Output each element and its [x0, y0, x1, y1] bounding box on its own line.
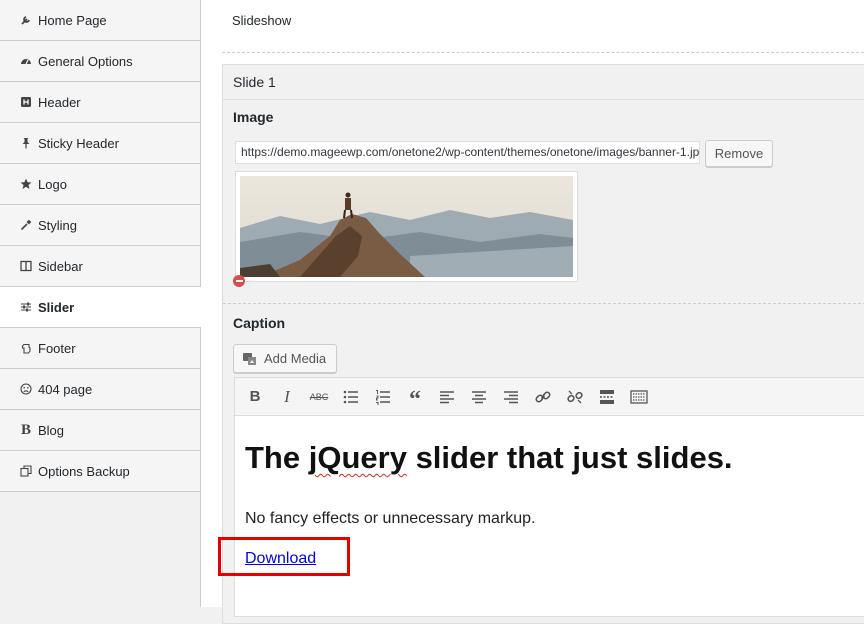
- sidebar-item-label: Header: [38, 94, 81, 110]
- sidebar-item-label: Slider: [38, 299, 75, 315]
- divider: [223, 303, 864, 304]
- blockquote-icon[interactable]: “: [401, 383, 429, 413]
- sidebar-item-label: 404 page: [38, 381, 93, 397]
- sidebar-item-options-backup[interactable]: Options Backup: [0, 451, 200, 492]
- header-icon: [19, 95, 33, 109]
- sidebar-item-label: Styling: [38, 217, 78, 233]
- sidebar-item-sticky-header[interactable]: Sticky Header: [0, 123, 200, 164]
- sidebar-item-logo[interactable]: Logo: [0, 164, 200, 205]
- divider: [222, 52, 864, 53]
- sidebar-item-label: Logo: [38, 176, 67, 192]
- star-icon: [19, 177, 33, 191]
- sidebar-item-general-options[interactable]: General Options: [0, 41, 200, 82]
- wrench-icon: [19, 13, 33, 27]
- b-icon: B: [20, 421, 31, 438]
- pin-icon: [19, 136, 33, 150]
- columns-icon: [19, 259, 33, 273]
- sidebar-item-blog[interactable]: B Blog: [0, 410, 200, 451]
- hand-icon: [19, 341, 33, 355]
- mountain-image: [240, 176, 573, 277]
- copy-icon: [19, 464, 33, 478]
- main-panel: Slideshow Slide 1 Image https://demo.mag…: [201, 0, 864, 624]
- remove-image-icon[interactable]: [233, 275, 245, 287]
- bullet-list-icon[interactable]: [337, 383, 365, 411]
- sidebar-item-label: General Options: [38, 53, 133, 69]
- add-media-button[interactable]: Add Media: [233, 344, 337, 373]
- sidebar-item-sidebar[interactable]: Sidebar: [0, 246, 200, 287]
- sidebar-item-label: Options Backup: [38, 463, 130, 479]
- sidebar-item-slider[interactable]: Slider: [0, 287, 201, 328]
- slide-header[interactable]: Slide 1: [223, 65, 864, 100]
- frown-icon: [19, 382, 33, 396]
- sidebar-item-404-page[interactable]: 404 page: [0, 369, 200, 410]
- align-right-icon[interactable]: [497, 383, 525, 411]
- bold-icon[interactable]: B: [241, 383, 269, 411]
- eyedropper-icon: [19, 218, 33, 232]
- image-thumbnail: [235, 171, 578, 282]
- sidebar-item-footer[interactable]: Footer: [0, 328, 200, 369]
- caption-editor[interactable]: B I ABC “ The jQuery slider that just sl…: [234, 377, 864, 617]
- image-label: Image: [233, 109, 274, 125]
- caption-label: Caption: [233, 315, 286, 331]
- sliders-icon: [19, 300, 33, 314]
- strikethrough-icon[interactable]: ABC: [305, 383, 333, 411]
- sidebar-item-label: Home Page: [38, 12, 107, 28]
- highlight-box: [218, 537, 350, 576]
- image-url-input[interactable]: https://demo.mageewp.com/onetone2/wp-con…: [235, 141, 700, 164]
- align-left-icon[interactable]: [433, 383, 461, 411]
- sidebar-item-label: Sticky Header: [38, 135, 119, 151]
- align-center-icon[interactable]: [465, 383, 493, 411]
- link-icon[interactable]: [529, 383, 557, 411]
- sidebar-item-home-page[interactable]: Home Page: [0, 0, 200, 41]
- options-sidebar: Home Page General Options Header Sticky …: [0, 0, 201, 607]
- read-more-icon[interactable]: [593, 383, 621, 411]
- italic-icon[interactable]: I: [273, 383, 301, 411]
- editor-toolbar: B I ABC “: [235, 378, 864, 416]
- sidebar-item-label: Footer: [38, 340, 76, 356]
- toolbar-toggle-icon[interactable]: [625, 383, 653, 411]
- add-media-icon: [243, 352, 256, 365]
- section-title: Slideshow: [232, 13, 292, 28]
- remove-button[interactable]: Remove: [705, 140, 773, 167]
- numbered-list-icon[interactable]: [369, 383, 397, 411]
- gauge-icon: [19, 54, 33, 68]
- caption-paragraph: No fancy effects or unnecessary markup.: [245, 510, 536, 527]
- spellcheck-word: jQuery: [308, 440, 407, 475]
- unlink-icon[interactable]: [561, 383, 589, 411]
- options-nav: Home Page General Options Header Sticky …: [0, 0, 201, 492]
- sidebar-item-header[interactable]: Header: [0, 82, 200, 123]
- sidebar-item-label: Sidebar: [38, 258, 83, 274]
- add-media-label: Add Media: [264, 351, 327, 366]
- sidebar-item-label: Blog: [38, 422, 65, 438]
- caption-heading: The jQuery slider that just slides.: [245, 440, 733, 475]
- sidebar-item-styling[interactable]: Styling: [0, 205, 200, 246]
